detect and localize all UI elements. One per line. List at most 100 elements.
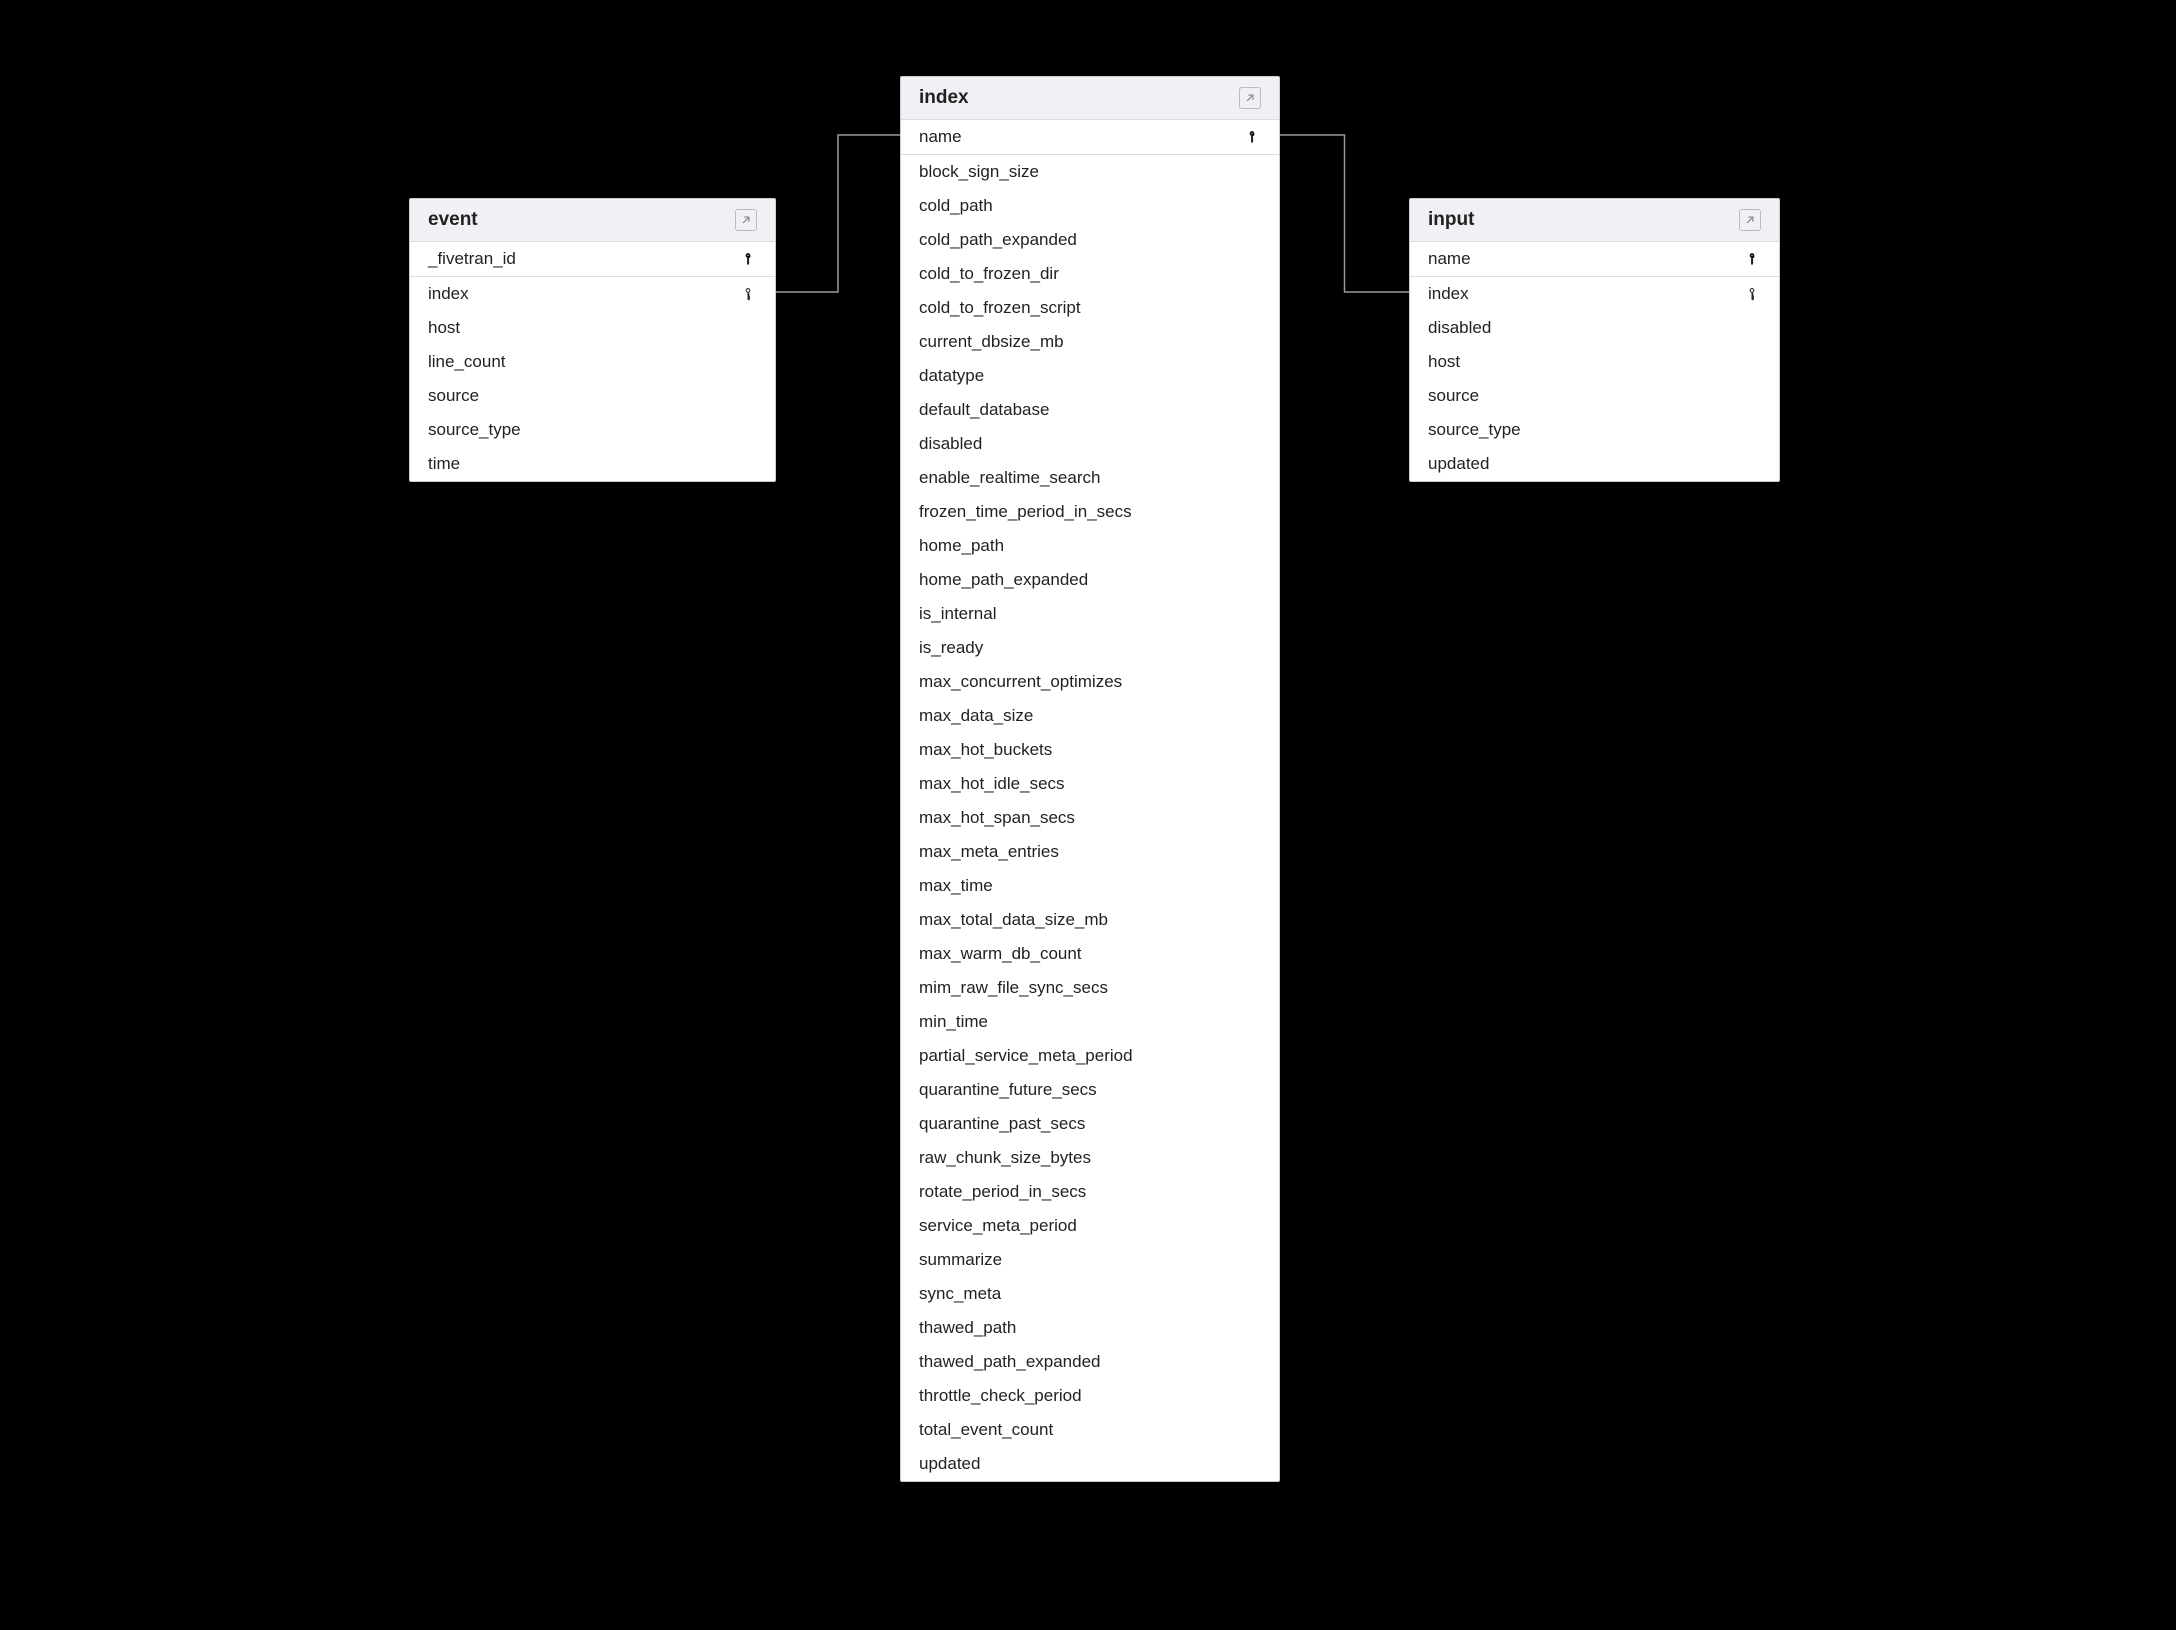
field-name: enable_realtime_search [919, 468, 1261, 488]
connector-line [776, 135, 900, 292]
field-name: is_ready [919, 638, 1261, 658]
field-name: updated [1428, 454, 1761, 474]
field-row: is_ready [901, 631, 1279, 665]
field-name: summarize [919, 1250, 1261, 1270]
entity-index: indexnameblock_sign_sizecold_pathcold_pa… [900, 76, 1280, 1482]
field-row: updated [1410, 447, 1779, 481]
field-name: sync_meta [919, 1284, 1261, 1304]
field-row: min_time [901, 1005, 1279, 1039]
field-row: source_type [1410, 413, 1779, 447]
entity-event: event _fivetran_idindex host line_countsour… [409, 198, 776, 482]
field-row: host [410, 311, 775, 345]
field-name: default_database [919, 400, 1261, 420]
expand-icon[interactable] [1239, 87, 1261, 109]
field-name: service_meta_period [919, 1216, 1261, 1236]
field-name: datatype [919, 366, 1261, 386]
field-row: max_hot_span_secs [901, 801, 1279, 835]
field-row: summarize [901, 1243, 1279, 1277]
field-name: block_sign_size [919, 162, 1261, 182]
field-name: min_time [919, 1012, 1261, 1032]
field-row: thawed_path [901, 1311, 1279, 1345]
field-name: rotate_period_in_secs [919, 1182, 1261, 1202]
field-row: max_concurrent_optimizes [901, 665, 1279, 699]
field-name: mim_raw_file_sync_secs [919, 978, 1261, 998]
field-name: name [919, 127, 1243, 147]
field-name: source_type [428, 420, 757, 440]
field-name: _fivetran_id [428, 249, 739, 269]
field-row: _fivetran_id [410, 242, 775, 277]
field-name: disabled [919, 434, 1261, 454]
field-row: disabled [901, 427, 1279, 461]
field-row: home_path [901, 529, 1279, 563]
entity-header-input: input [1410, 199, 1779, 242]
field-name: max_time [919, 876, 1261, 896]
field-row: cold_to_frozen_script [901, 291, 1279, 325]
field-name: max_concurrent_optimizes [919, 672, 1261, 692]
field-row: raw_chunk_size_bytes [901, 1141, 1279, 1175]
field-name: max_total_data_size_mb [919, 910, 1261, 930]
field-row: block_sign_size [901, 155, 1279, 189]
field-row: max_hot_buckets [901, 733, 1279, 767]
entity-header-event: event [410, 199, 775, 242]
field-name: line_count [428, 352, 757, 372]
field-name: host [428, 318, 757, 338]
field-name: max_hot_buckets [919, 740, 1261, 760]
field-name: disabled [1428, 318, 1761, 338]
field-row: name [901, 120, 1279, 155]
field-row: cold_to_frozen_dir [901, 257, 1279, 291]
field-name: updated [919, 1454, 1261, 1474]
field-name: max_warm_db_count [919, 944, 1261, 964]
field-row: quarantine_future_secs [901, 1073, 1279, 1107]
field-row: sync_meta [901, 1277, 1279, 1311]
field-name: quarantine_future_secs [919, 1080, 1261, 1100]
field-name: max_hot_span_secs [919, 808, 1261, 828]
entity-title: input [1428, 209, 1474, 231]
connector-line [1280, 135, 1409, 292]
field-row: max_total_data_size_mb [901, 903, 1279, 937]
field-row: line_count [410, 345, 775, 379]
field-name: total_event_count [919, 1420, 1261, 1440]
field-name: thawed_path_expanded [919, 1352, 1261, 1372]
field-name: time [428, 454, 757, 474]
field-name: host [1428, 352, 1761, 372]
field-row: index [410, 277, 775, 311]
field-row: host [1410, 345, 1779, 379]
field-row: source [410, 379, 775, 413]
field-name: max_meta_entries [919, 842, 1261, 862]
field-name: cold_path [919, 196, 1261, 216]
field-name: max_hot_idle_secs [919, 774, 1261, 794]
field-row: datatype [901, 359, 1279, 393]
field-row: total_event_count [901, 1413, 1279, 1447]
field-name: is_internal [919, 604, 1261, 624]
entity-title: event [428, 209, 478, 231]
field-row: quarantine_past_secs [901, 1107, 1279, 1141]
field-row: service_meta_period [901, 1209, 1279, 1243]
field-row: updated [901, 1447, 1279, 1481]
field-row: cold_path [901, 189, 1279, 223]
field-row: current_dbsize_mb [901, 325, 1279, 359]
field-name: cold_path_expanded [919, 230, 1261, 250]
field-row: max_meta_entries [901, 835, 1279, 869]
field-row: disabled [1410, 311, 1779, 345]
field-row: max_data_size [901, 699, 1279, 733]
field-row: source [1410, 379, 1779, 413]
field-row: throttle_check_period [901, 1379, 1279, 1413]
field-row: mim_raw_file_sync_secs [901, 971, 1279, 1005]
expand-icon[interactable] [735, 209, 757, 231]
primary-key-icon [1743, 250, 1761, 268]
field-row: max_time [901, 869, 1279, 903]
field-row: frozen_time_period_in_secs [901, 495, 1279, 529]
field-row: source_type [410, 413, 775, 447]
primary-key-icon [1243, 128, 1261, 146]
expand-icon[interactable] [1739, 209, 1761, 231]
field-row: thawed_path_expanded [901, 1345, 1279, 1379]
field-row: cold_path_expanded [901, 223, 1279, 257]
field-name: throttle_check_period [919, 1386, 1261, 1406]
field-name: source [1428, 386, 1761, 406]
field-name: current_dbsize_mb [919, 332, 1261, 352]
field-name: source_type [1428, 420, 1761, 440]
field-name: name [1428, 249, 1743, 269]
foreign-key-icon [739, 285, 757, 303]
field-name: home_path [919, 536, 1261, 556]
field-name: thawed_path [919, 1318, 1261, 1338]
